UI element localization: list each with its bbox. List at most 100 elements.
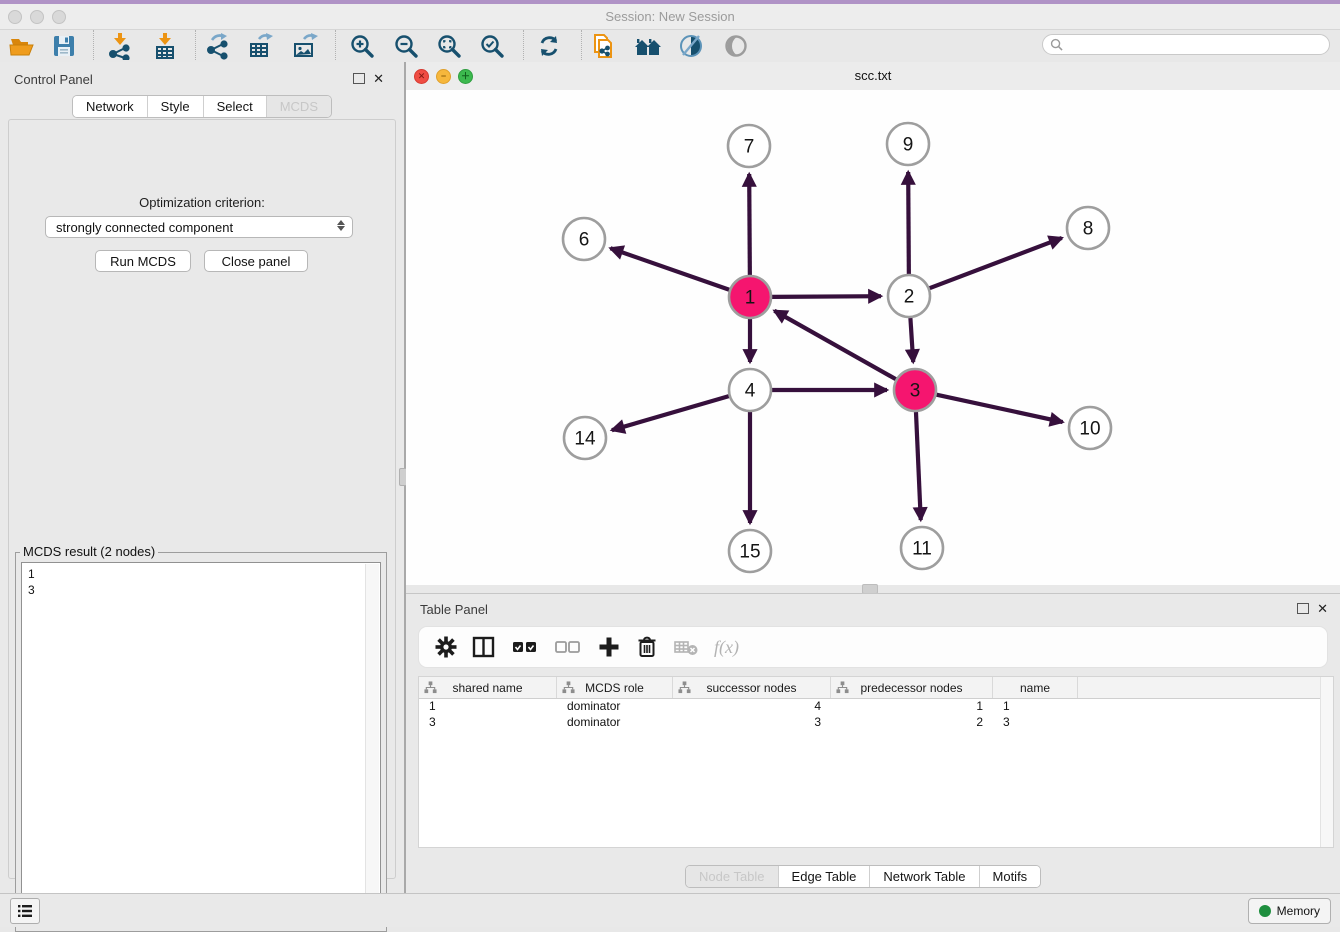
tab-edge-table[interactable]: Edge Table — [778, 866, 870, 887]
function-builder-icon[interactable]: f(x) — [714, 637, 739, 658]
zoom-fit-button[interactable] — [433, 31, 465, 61]
edge-1-2[interactable] — [772, 296, 881, 297]
mcds-result-list[interactable]: 13 — [21, 562, 381, 925]
toolbar-divider — [581, 30, 582, 60]
result-line: 3 — [28, 582, 374, 598]
run-mcds-button[interactable]: Run MCDS — [95, 250, 191, 272]
table-row[interactable]: 1dominator411 — [419, 699, 1333, 715]
export-image-icon — [291, 32, 319, 60]
node-1[interactable]: 1 — [729, 276, 771, 318]
zoom-out-button[interactable] — [390, 31, 422, 61]
search-input[interactable] — [1067, 37, 1329, 53]
table-cell: dominator — [557, 699, 673, 715]
deselect-all-icon[interactable] — [554, 636, 582, 658]
tab-motifs[interactable]: Motifs — [979, 866, 1041, 887]
edge-2-8[interactable] — [930, 238, 1062, 288]
zoom-in-button[interactable] — [346, 31, 378, 61]
column-header-MCDS-role[interactable]: MCDS role — [557, 677, 673, 698]
close-panel-icon[interactable]: ✕ — [373, 74, 384, 84]
open-session-button[interactable] — [6, 31, 38, 61]
node-9[interactable]: 9 — [887, 123, 929, 165]
node-14[interactable]: 14 — [564, 417, 606, 459]
memory-button[interactable]: Memory — [1248, 898, 1331, 924]
table-header-row: shared name MCDS rolesuccessor nodes prede… — [419, 677, 1333, 699]
edge-1-6[interactable] — [610, 248, 729, 290]
duplicate-network-button[interactable] — [588, 31, 620, 61]
tab-network-table[interactable]: Network Table — [869, 866, 978, 887]
table-settings-gear-icon[interactable] — [435, 636, 457, 658]
dropdown-value: strongly connected component — [56, 220, 233, 235]
export-table-icon — [247, 32, 275, 60]
close-panel-button[interactable]: Close panel — [204, 250, 308, 272]
select-all-icon[interactable] — [511, 636, 539, 658]
node-label: 9 — [903, 135, 914, 156]
node-table[interactable]: shared name MCDS rolesuccessor nodes prede… — [418, 676, 1334, 848]
tab-network[interactable]: Network — [73, 96, 147, 117]
column-header-name[interactable]: name — [993, 677, 1078, 698]
table-scrollbar[interactable] — [1320, 677, 1333, 847]
window-title: Session: New Session — [0, 9, 1340, 24]
edge-4-14[interactable] — [612, 396, 729, 430]
node-7[interactable]: 7 — [728, 125, 770, 167]
float-panel-icon[interactable] — [353, 73, 365, 84]
add-column-icon[interactable] — [597, 635, 621, 659]
save-session-button[interactable] — [48, 31, 80, 61]
network-graph[interactable]: 7 9 6 8 1 2 4 3 14 10 15 11 — [406, 90, 1340, 585]
search-field[interactable] — [1042, 34, 1330, 55]
zoom-selected-button[interactable] — [476, 31, 508, 61]
column-tree-icon — [562, 681, 575, 694]
node-8[interactable]: 8 — [1067, 207, 1109, 249]
float-table-panel-icon[interactable] — [1297, 603, 1309, 614]
node-2[interactable]: 2 — [888, 275, 930, 317]
node-3[interactable]: 3 — [894, 369, 936, 411]
table-cell: 3 — [419, 715, 557, 731]
tab-select[interactable]: Select — [203, 96, 266, 117]
node-15[interactable]: 15 — [729, 530, 771, 572]
node-6[interactable]: 6 — [563, 218, 605, 260]
control-panel-window-buttons: ✕ — [353, 73, 384, 84]
home-button[interactable] — [632, 31, 664, 61]
tab-mcds[interactable]: MCDS — [266, 96, 331, 117]
column-label: shared name — [452, 681, 522, 695]
node-4[interactable]: 4 — [729, 369, 771, 411]
table-row[interactable]: 3dominator323 — [419, 715, 1333, 731]
task-history-button[interactable] — [10, 898, 40, 924]
column-header-shared-name[interactable]: shared name — [419, 677, 557, 698]
node-label: 8 — [1083, 219, 1094, 240]
edge-3-11[interactable] — [916, 412, 921, 520]
edge-2-9[interactable] — [908, 172, 909, 274]
control-panel-title: Control Panel — [14, 72, 93, 87]
node-label: 1 — [745, 288, 756, 309]
tab-node-table[interactable]: Node Table — [686, 866, 778, 887]
show-hide-style-button[interactable] — [675, 31, 707, 61]
column-header-successor-nodes[interactable]: successor nodes — [673, 677, 831, 698]
edge-3-10[interactable] — [936, 395, 1062, 422]
column-label: predecessor nodes — [860, 681, 962, 695]
edge-1-7[interactable] — [749, 174, 750, 275]
node-10[interactable]: 10 — [1069, 407, 1111, 449]
close-table-panel-icon[interactable]: ✕ — [1317, 604, 1328, 614]
import-network-button[interactable] — [104, 31, 136, 61]
refresh-icon — [536, 33, 562, 59]
column-tree-icon — [678, 681, 691, 694]
node-11[interactable]: 11 — [901, 527, 943, 569]
edge-2-3[interactable] — [910, 318, 913, 362]
export-table-button[interactable] — [245, 31, 277, 61]
network-canvas[interactable]: 7 9 6 8 1 2 4 3 14 10 15 11 — [406, 90, 1340, 585]
import-network-icon — [106, 32, 134, 60]
result-line: 1 — [28, 566, 374, 582]
export-network-button[interactable] — [202, 31, 234, 61]
import-table-button[interactable] — [149, 31, 181, 61]
column-header-predecessor-nodes[interactable]: predecessor nodes — [831, 677, 993, 698]
export-image-button[interactable] — [289, 31, 321, 61]
optimization-criterion-dropdown[interactable]: strongly connected component — [45, 216, 353, 238]
column-selector-icon[interactable] — [472, 636, 496, 658]
delete-table-icon[interactable] — [673, 636, 699, 658]
show-hide-graphics-button[interactable] — [720, 31, 752, 61]
mcds-result-group: MCDS result (2 nodes) 13 — [15, 552, 387, 932]
edge-3-1[interactable] — [774, 311, 895, 379]
tab-style[interactable]: Style — [147, 96, 203, 117]
delete-column-icon[interactable] — [636, 635, 658, 659]
refresh-button[interactable] — [533, 31, 565, 61]
result-scrollbar[interactable] — [365, 564, 379, 923]
